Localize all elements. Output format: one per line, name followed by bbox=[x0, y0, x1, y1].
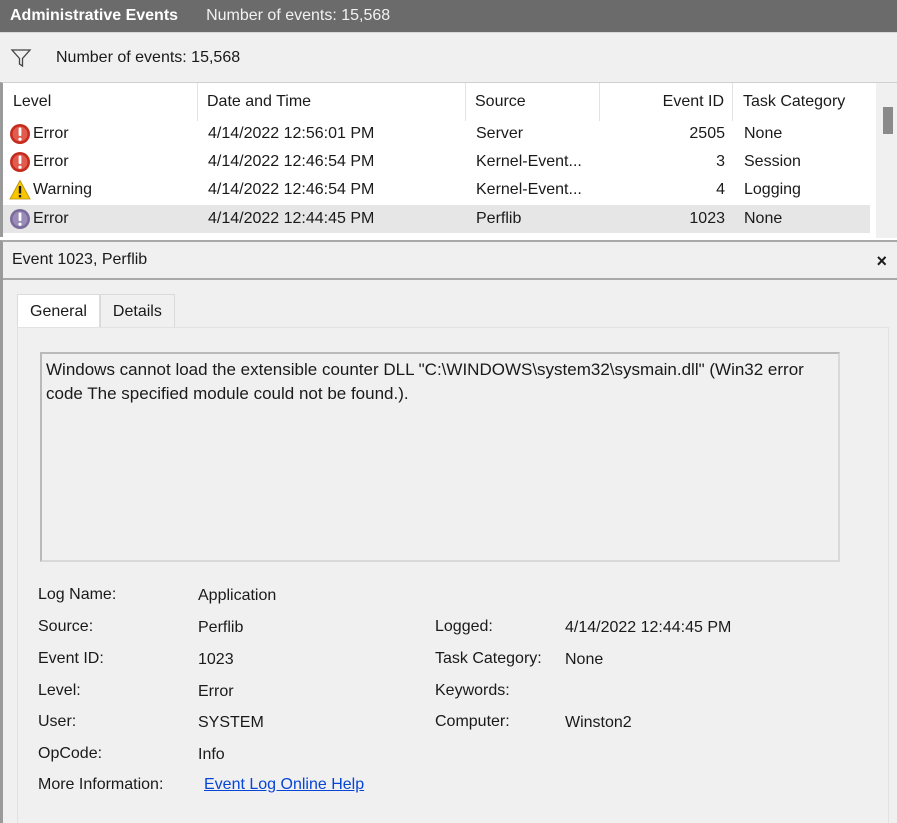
event-id-cell: 4 bbox=[716, 181, 725, 198]
event-id-value: 1023 bbox=[198, 651, 234, 668]
close-icon[interactable]: × bbox=[876, 251, 887, 272]
event-detail-pane: Event 1023, Perflib × General Details Wi… bbox=[0, 240, 897, 823]
level-cell: Warning bbox=[9, 176, 198, 204]
header-event-count: Number of events: 15,568 bbox=[206, 7, 391, 24]
datetime-cell: 4/14/2022 12:44:45 PM bbox=[208, 210, 375, 227]
level-text: Error bbox=[33, 125, 69, 142]
level-text: Error bbox=[33, 210, 69, 227]
column-header-task-category[interactable]: Task Category bbox=[733, 83, 873, 121]
title-bar: Administrative Events Number of events: … bbox=[0, 0, 897, 32]
grid-scrollbar[interactable] bbox=[876, 83, 897, 238]
event-description[interactable]: Windows cannot load the extensible count… bbox=[40, 352, 840, 562]
more-info-label: More Information: bbox=[38, 776, 164, 793]
funnel-icon[interactable] bbox=[10, 47, 32, 69]
table-row[interactable]: Error 4/14/2022 12:56:01 PM Server 2505 … bbox=[3, 120, 870, 148]
level-label: Level: bbox=[38, 682, 81, 699]
source-cell: Server bbox=[476, 125, 524, 142]
source-value: Perflib bbox=[198, 619, 244, 636]
detail-header: Event 1023, Perflib × bbox=[3, 242, 897, 280]
logged-value: 4/14/2022 12:44:45 PM bbox=[565, 619, 732, 636]
keywords-label: Keywords: bbox=[435, 682, 510, 699]
opcode-value: Info bbox=[198, 746, 225, 763]
tab-details[interactable]: Details bbox=[99, 294, 175, 328]
grid-header: Level Date and Time Source Event ID Task… bbox=[3, 83, 873, 121]
column-header-date-time[interactable]: Date and Time bbox=[198, 83, 466, 121]
events-grid[interactable]: Level Date and Time Source Event ID Task… bbox=[0, 82, 897, 238]
column-header-level[interactable]: Level bbox=[3, 83, 198, 121]
filter-bar: Number of events: 15,568 bbox=[0, 32, 897, 82]
computer-value: Winston2 bbox=[565, 714, 632, 731]
event-log-online-help-link[interactable]: Event Log Online Help bbox=[204, 776, 364, 794]
detail-tabs: General Details bbox=[17, 294, 175, 329]
task-category-label: Task Category: bbox=[435, 650, 542, 667]
event-id-cell: 2505 bbox=[689, 125, 725, 142]
event-id-label: Event ID: bbox=[38, 650, 104, 667]
source-cell: Perflib bbox=[476, 210, 522, 227]
user-label: User: bbox=[38, 713, 77, 730]
detail-title: Event 1023, Perflib bbox=[12, 251, 148, 268]
level-text: Warning bbox=[33, 181, 92, 198]
table-row[interactable]: Warning 4/14/2022 12:46:54 PM Kernel-Eve… bbox=[3, 176, 870, 204]
filter-event-count: Number of events: 15,568 bbox=[56, 48, 241, 66]
category-cell: Logging bbox=[744, 181, 801, 198]
table-row-selected[interactable]: Error 4/14/2022 12:44:45 PM Perflib 1023… bbox=[3, 205, 870, 233]
view-title: Administrative Events bbox=[10, 7, 179, 24]
error-icon bbox=[10, 124, 30, 144]
level-value: Error bbox=[198, 683, 234, 700]
category-cell: None bbox=[744, 210, 783, 227]
general-tab-panel: Windows cannot load the extensible count… bbox=[17, 327, 889, 823]
column-header-source[interactable]: Source bbox=[466, 83, 600, 121]
level-text: Error bbox=[33, 153, 69, 170]
category-cell: None bbox=[744, 125, 783, 142]
computer-label: Computer: bbox=[435, 713, 510, 730]
level-cell: Error bbox=[9, 148, 198, 176]
datetime-cell: 4/14/2022 12:46:54 PM bbox=[208, 153, 375, 170]
error-icon bbox=[10, 152, 30, 172]
opcode-label: OpCode: bbox=[38, 745, 103, 762]
error-icon bbox=[10, 209, 30, 229]
task-category-value: None bbox=[565, 651, 604, 668]
warning-icon bbox=[9, 179, 31, 200]
source-cell: Kernel-Event... bbox=[476, 153, 582, 170]
datetime-cell: 4/14/2022 12:46:54 PM bbox=[208, 181, 375, 198]
log-name-value: Application bbox=[198, 587, 277, 604]
table-row[interactable]: Error 4/14/2022 12:46:54 PM Kernel-Event… bbox=[3, 148, 870, 176]
level-cell: Error bbox=[9, 205, 198, 233]
source-label: Source: bbox=[38, 618, 94, 635]
log-name-label: Log Name: bbox=[38, 586, 117, 603]
event-id-cell: 3 bbox=[716, 153, 725, 170]
column-header-event-id[interactable]: Event ID bbox=[600, 83, 733, 121]
category-cell: Session bbox=[744, 153, 801, 170]
level-cell: Error bbox=[9, 120, 198, 148]
logged-label: Logged: bbox=[435, 618, 493, 635]
event-id-cell: 1023 bbox=[689, 210, 725, 227]
datetime-cell: 4/14/2022 12:56:01 PM bbox=[208, 125, 375, 142]
source-cell: Kernel-Event... bbox=[476, 181, 582, 198]
user-value: SYSTEM bbox=[198, 714, 264, 731]
tab-general[interactable]: General bbox=[17, 294, 100, 329]
scrollbar-thumb[interactable] bbox=[883, 107, 893, 134]
